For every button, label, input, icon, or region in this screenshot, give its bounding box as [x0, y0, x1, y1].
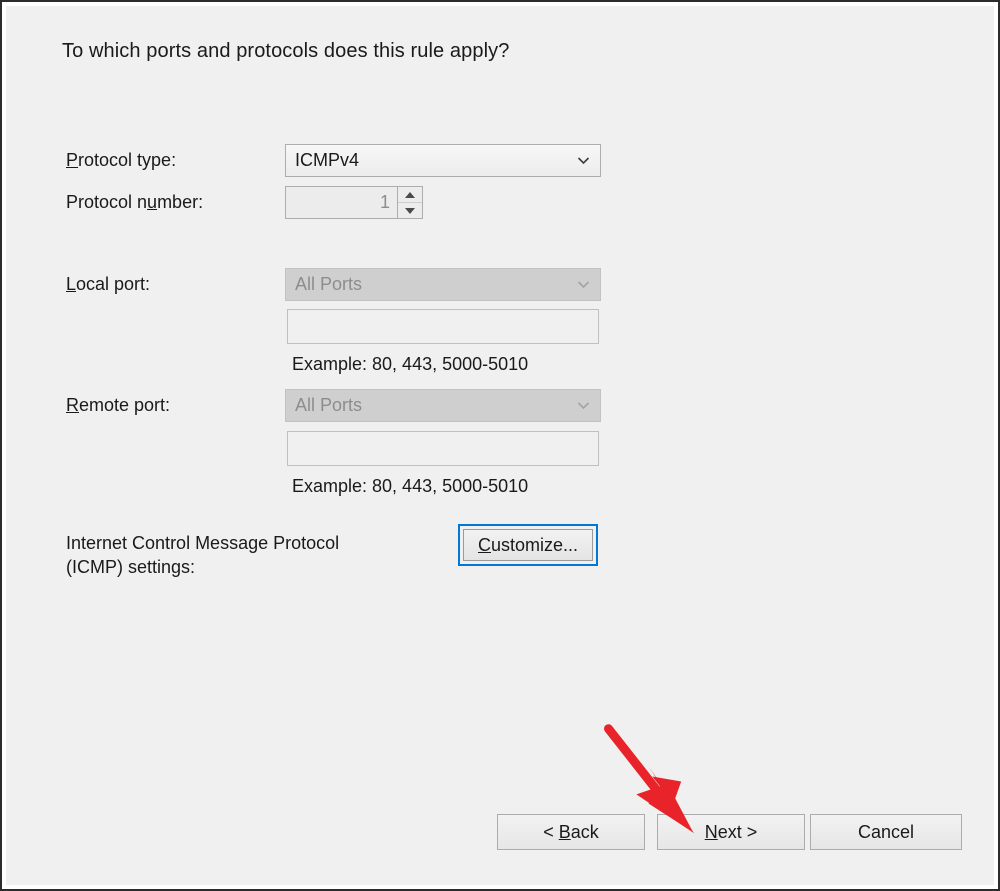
next-accel: N — [704, 821, 718, 842]
page-title: To which ports and protocols does this r… — [62, 40, 510, 62]
stepper-up-button[interactable] — [398, 187, 422, 203]
stepper-down-button[interactable] — [398, 203, 422, 218]
local-port-example-hint: Example: 80, 443, 5000-5010 — [292, 354, 529, 374]
protocol-type-label-accel: P — [66, 150, 79, 170]
customize-button-face: Customize... — [463, 529, 593, 561]
remote-port-example-hint: Example: 80, 443, 5000-5010 — [292, 476, 529, 496]
screenshot-frame: To which ports and protocols does this r… — [0, 0, 1000, 891]
remote-port-value: All Ports — [295, 395, 363, 415]
customize-button[interactable]: Customize... — [458, 524, 598, 566]
cancel-button-label: Cancel — [857, 821, 915, 842]
firewall-rule-wizard-dialog: To which ports and protocols does this r… — [6, 6, 994, 885]
customize-accel: C — [477, 534, 491, 555]
back-button[interactable]: < Back — [497, 814, 645, 850]
icmp-settings-label: Internet Control Message Protocol (ICMP)… — [66, 533, 340, 577]
customize-label-rest: ustomize... — [490, 534, 579, 555]
local-port-label: Local port: — [66, 274, 150, 295]
local-port-label-text: ocal port: — [76, 274, 151, 294]
protocol-type-value: ICMPv4 — [295, 150, 360, 170]
back-button-label: < Back — [543, 822, 599, 843]
back-prefix: < — [543, 821, 559, 842]
remote-port-label-accel: R — [66, 395, 79, 415]
stepper-arrows[interactable] — [397, 187, 422, 218]
protocol-number-label-post: mber: — [157, 192, 204, 212]
remote-port-input[interactable] — [287, 431, 599, 466]
protocol-number-label: Protocol number: — [66, 192, 203, 213]
protocol-number-stepper[interactable]: 1 — [285, 186, 423, 219]
next-button-label: Next > — [705, 822, 758, 843]
protocol-type-dropdown[interactable]: ICMPv4 — [285, 144, 601, 177]
triangle-up-icon — [405, 191, 415, 198]
protocol-type-label: Protocol type: — [66, 150, 176, 171]
protocol-number-value: 1 — [379, 192, 390, 212]
local-port-dropdown[interactable]: All Ports — [285, 268, 601, 301]
customize-button-label: Customize... — [478, 535, 578, 556]
next-label-rest: ext > — [717, 821, 758, 842]
protocol-number-label-pre: Protocol n — [66, 192, 148, 212]
remote-port-label-text: emote port: — [79, 395, 171, 415]
chevron-down-icon — [577, 399, 590, 412]
local-port-value: All Ports — [295, 274, 363, 294]
protocol-number-label-accel: u — [147, 192, 158, 212]
chevron-down-icon — [577, 154, 590, 167]
local-port-label-accel: L — [66, 274, 77, 294]
back-accel: B — [558, 821, 571, 842]
cancel-button[interactable]: Cancel — [810, 814, 962, 850]
chevron-down-icon — [577, 278, 590, 291]
local-port-input[interactable] — [287, 309, 599, 344]
triangle-down-icon — [405, 207, 415, 214]
back-label-rest: ack — [570, 821, 599, 842]
protocol-type-label-text: rotocol type: — [78, 150, 177, 170]
remote-port-dropdown[interactable]: All Ports — [285, 389, 601, 422]
remote-port-label: Remote port: — [66, 395, 170, 416]
next-button[interactable]: Next > — [657, 814, 805, 850]
